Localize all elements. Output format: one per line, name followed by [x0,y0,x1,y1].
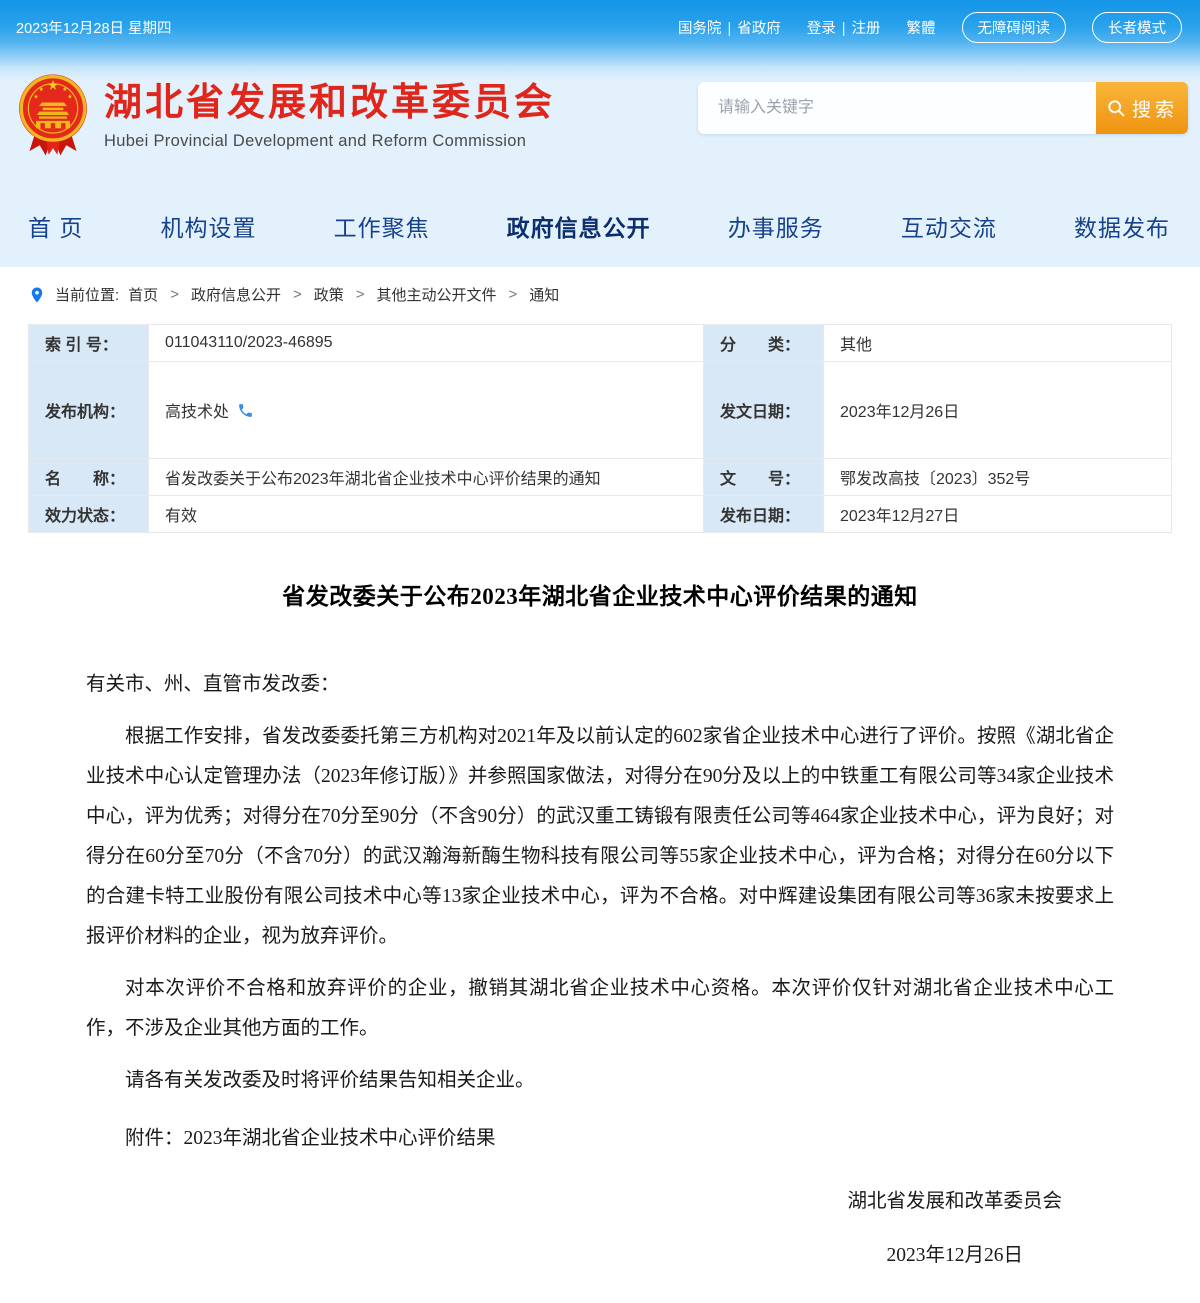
separator: | [721,21,737,37]
nav-item-interaction[interactable]: 互动交流 [901,209,997,243]
search-icon [1106,98,1127,119]
meta-value-name: 省发改委关于公布2023年湖北省企业技术中心评价结果的通知 [149,459,704,496]
nav-item-work-focus[interactable]: 工作聚焦 [334,209,430,243]
search-button[interactable]: 搜索 [1096,82,1188,134]
meta-label-publish-date: 发布日期： [704,496,824,533]
paragraph-disqualification: 对本次评价不合格和放弃评价的企业，撤销其湖北省企业技术中心资格。本次评价仅针对湖… [86,969,1114,1049]
national-emblem-logo [16,73,90,162]
meta-row-status: 效力状态： 有效 发布日期： 2023年12月27日 [29,496,1172,533]
register-link[interactable]: 注册 [852,21,881,37]
meta-label-doc-number: 文 号： [704,459,824,496]
separator: | [836,21,852,37]
current-date: 2023年12月28日 星期四 [16,17,172,38]
meta-value-issuing-agency: 高技术处 [149,362,704,459]
elder-mode-button[interactable]: 长者模式 [1092,12,1182,43]
phone-icon[interactable] [237,402,254,419]
meta-label-index-no: 索 引 号： [29,325,149,362]
site-subtitle-english: Hubei Provincial Development and Reform … [104,132,555,151]
breadcrumb-home[interactable]: 首页 [128,284,158,305]
breadcrumb: 当前位置: 首页 > 政府信息公开 > 政策 > 其他主动公开文件 > 通知 [8,267,1192,318]
breadcrumb-separator: > [290,286,305,303]
site-header: 湖北省发展和改革委员会 Hubei Provincial Development… [0,43,1200,183]
signature-block: 湖北省发展和改革委员会 2023年12月26日 [847,1189,1062,1269]
header-sky-section: 2023年12月28日 星期四 国务院|省政府 登录|注册 繁體 无障碍阅读 长… [0,0,1200,267]
traditional-chinese-link[interactable]: 繁體 [907,17,936,38]
breadcrumb-policy[interactable]: 政策 [314,284,344,305]
location-pin-icon [28,286,46,304]
meta-value-doc-number: 鄂发改高技〔2023〕352号 [824,459,1172,496]
attachment-line: 附件：2023年湖北省企业技术中心评价结果 [86,1119,1114,1159]
content-card: 当前位置: 首页 > 政府信息公开 > 政策 > 其他主动公开文件 > 通知 索… [8,267,1192,1303]
breadcrumb-notice[interactable]: 通知 [529,284,559,305]
account-links: 登录|注册 [807,17,881,38]
search-button-label: 搜索 [1132,95,1178,122]
paragraph-evaluation-results: 根据工作安排，省发改委委托第三方机构对2021年及以前认定的602家省企业技术中… [86,717,1114,957]
meta-value-category: 其他 [824,325,1172,362]
site-search: 搜索 [698,82,1188,134]
paragraph-notify-request: 请各有关发改委及时将评价结果告知相关企业。 [86,1061,1114,1101]
breadcrumb-location-label: 当前位置: [55,284,119,305]
breadcrumb-other-public-files[interactable]: 其他主动公开文件 [377,284,497,305]
meta-value-publish-date: 2023年12月27日 [824,496,1172,533]
meta-label-category: 分 类： [704,325,824,362]
signature-org: 湖北省发展和改革委员会 [847,1189,1062,1215]
nav-item-data-release[interactable]: 数据发布 [1074,209,1170,243]
search-input[interactable] [698,82,1096,134]
breadcrumb-separator: > [353,286,368,303]
meta-value-validity-status: 有效 [149,496,704,533]
nav-item-organization[interactable]: 机构设置 [160,209,256,243]
meta-label-validity-status: 效力状态： [29,496,149,533]
accessibility-button[interactable]: 无障碍阅读 [962,12,1067,43]
meta-value-index-no: 011043110/2023-46895 [149,325,704,362]
main-navigation: 首 页 机构设置 工作聚焦 政府信息公开 办事服务 互动交流 数据发布 [0,183,1200,255]
meta-label-issue-date: 发文日期： [704,362,824,459]
site-title: 湖北省发展和改革委员会 [104,83,555,125]
nav-item-gov-info-disclosure[interactable]: 政府信息公开 [507,209,651,243]
signature-date: 2023年12月26日 [847,1243,1062,1269]
meta-row-index: 索 引 号： 011043110/2023-46895 分 类： 其他 [29,325,1172,362]
login-link[interactable]: 登录 [807,21,836,37]
link-provincial-gov[interactable]: 省政府 [737,21,781,37]
nav-item-home[interactable]: 首 页 [28,209,83,243]
breadcrumb-gov-info[interactable]: 政府信息公开 [191,284,281,305]
breadcrumb-separator: > [506,286,521,303]
document-meta-table: 索 引 号： 011043110/2023-46895 分 类： 其他 发布机构… [28,324,1172,533]
meta-row-agency: 发布机构： 高技术处 发文日期： 2023年12月26日 [29,362,1172,459]
document-body: 省发改委关于公布2023年湖北省企业技术中心评价结果的通知 有关市、州、直管市发… [8,577,1192,1269]
salutation: 有关市、州、直管市发改委： [86,665,1114,705]
meta-label-name: 名 称： [29,459,149,496]
nav-item-services[interactable]: 办事服务 [728,209,824,243]
meta-label-issuing-agency: 发布机构： [29,362,149,459]
link-state-council[interactable]: 国务院 [678,21,722,37]
meta-value-issue-date: 2023年12月26日 [824,362,1172,459]
agency-name: 高技术处 [165,398,229,422]
document-title: 省发改委关于公布2023年湖北省企业技术中心评价结果的通知 [86,577,1114,611]
gov-links: 国务院|省政府 [678,17,781,38]
breadcrumb-separator: > [167,286,182,303]
top-utility-bar: 2023年12月28日 星期四 国务院|省政府 登录|注册 繁體 无障碍阅读 长… [0,0,1200,43]
meta-row-title: 名 称： 省发改委关于公布2023年湖北省企业技术中心评价结果的通知 文 号： … [29,459,1172,496]
